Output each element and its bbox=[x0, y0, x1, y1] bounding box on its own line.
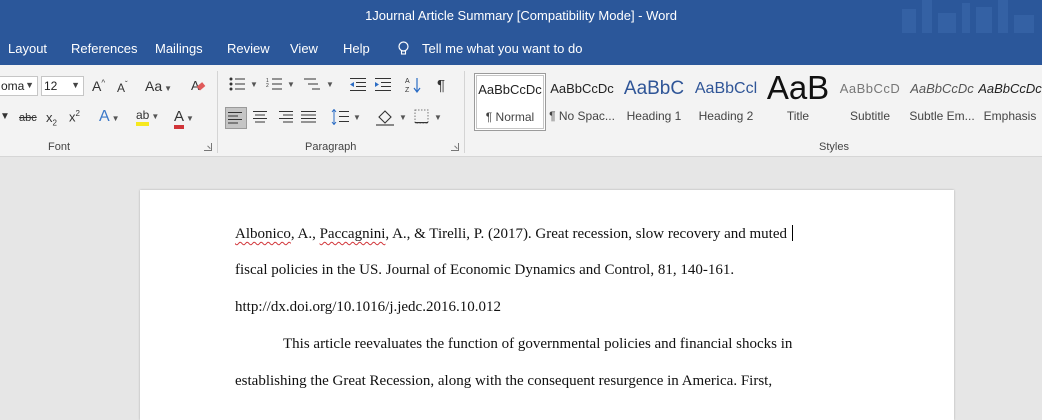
numbering-icon[interactable]: 1 2 ▼ bbox=[266, 77, 295, 94]
body-paragraph-line-1[interactable]: This article reevaluates the function of… bbox=[283, 336, 792, 353]
svg-text:▼: ▼ bbox=[353, 113, 361, 122]
tab-mailings[interactable]: Mailings bbox=[155, 41, 203, 56]
shading-icon[interactable]: ▼ bbox=[376, 108, 408, 129]
font-size-value: 12 bbox=[44, 79, 58, 93]
font-dialog-launcher-icon[interactable] bbox=[204, 143, 212, 151]
align-right-icon[interactable] bbox=[277, 111, 293, 126]
svg-text:▼: ▼ bbox=[287, 80, 294, 89]
svg-text:Z: Z bbox=[405, 87, 410, 94]
svg-text:▼: ▼ bbox=[434, 113, 442, 122]
tab-references[interactable]: References bbox=[71, 41, 137, 56]
paragraph-group-label: Paragraph bbox=[305, 141, 357, 153]
spelling-error[interactable]: Paccagnini bbox=[320, 226, 386, 242]
increase-indent-icon[interactable] bbox=[375, 77, 391, 94]
ribbon-tabs: Layout References Mailings Review View H… bbox=[0, 33, 1042, 65]
paragraph-dialog-launcher-icon[interactable] bbox=[451, 143, 459, 151]
title-bar: 1Journal Article Summary [Compatibility … bbox=[0, 0, 1042, 33]
text-cursor bbox=[792, 225, 794, 241]
citation-line-1[interactable]: Albonico, A., Paccagnini, A., & Tirelli,… bbox=[235, 225, 794, 243]
font-name-combo[interactable]: oma ▼ bbox=[0, 76, 38, 96]
font-group-label: Font bbox=[48, 141, 71, 153]
document-page[interactable]: Albonico, A., Paccagnini, A., & Tirelli,… bbox=[140, 190, 954, 420]
group-divider bbox=[464, 71, 465, 153]
superscript-button[interactable]: x2 bbox=[69, 109, 80, 124]
svg-text:▼: ▼ bbox=[250, 80, 257, 89]
body-paragraph-line-2[interactable]: establishing the Great Recession, along … bbox=[235, 373, 772, 390]
text-effects-button[interactable]: A ▼ bbox=[99, 108, 120, 126]
style-subtle-emphasis[interactable]: AaBbCcDc Subtle Em... bbox=[906, 73, 978, 131]
svg-text:2: 2 bbox=[266, 83, 269, 89]
align-center-icon[interactable] bbox=[252, 111, 268, 126]
font-name-value: oma bbox=[1, 79, 25, 93]
highlight-button[interactable]: ab ▼ bbox=[136, 108, 159, 126]
justify-icon[interactable] bbox=[301, 111, 317, 126]
clear-formatting-icon[interactable]: A bbox=[190, 77, 206, 96]
align-left-icon[interactable] bbox=[225, 107, 247, 129]
tab-layout[interactable]: Layout bbox=[8, 41, 47, 56]
svg-text:A: A bbox=[405, 78, 410, 85]
chevron-down-icon: ▼ bbox=[25, 80, 34, 90]
line-spacing-icon[interactable]: ▼ bbox=[331, 108, 361, 128]
document-canvas[interactable]: Albonico, A., Paccagnini, A., & Tirelli,… bbox=[0, 157, 1042, 420]
grow-font-button[interactable]: A^ bbox=[92, 78, 105, 94]
show-formatting-button[interactable]: ¶ bbox=[437, 77, 445, 94]
style-heading-2[interactable]: AaBbCcl Heading 2 bbox=[690, 73, 762, 131]
tab-view[interactable]: View bbox=[290, 41, 318, 56]
citation-doi[interactable]: http://dx.doi.org/10.1016/j.jedc.2016.10… bbox=[235, 299, 501, 316]
decrease-indent-icon[interactable] bbox=[350, 77, 366, 94]
style-subtitle[interactable]: AaBbCcD Subtitle bbox=[834, 73, 906, 131]
strikethrough-button[interactable]: abc bbox=[19, 112, 37, 124]
bullets-icon[interactable]: ▼ bbox=[229, 77, 258, 94]
chevron-down-icon[interactable]: ▼ bbox=[0, 111, 10, 122]
style-emphasis[interactable]: AaBbCcDc Emphasis bbox=[978, 73, 1042, 131]
ribbon: oma ▼ 12 ▼ A^ Aˇ Aa ▼ A ▼ abc x2 x2 A ▼ ab… bbox=[0, 65, 1042, 157]
spelling-error[interactable]: Albonico bbox=[235, 226, 291, 242]
style-no-spacing[interactable]: AaBbCcDc ¶ No Spac... bbox=[546, 73, 618, 131]
tell-me-box[interactable]: Tell me what you want to do bbox=[397, 41, 582, 56]
svg-text:▼: ▼ bbox=[326, 80, 334, 89]
tab-review[interactable]: Review bbox=[227, 41, 270, 56]
sort-icon[interactable]: AZ bbox=[405, 76, 421, 97]
tell-me-label: Tell me what you want to do bbox=[422, 41, 583, 56]
style-title[interactable]: AaB Title bbox=[762, 73, 834, 131]
multilevel-list-icon[interactable]: ▼ bbox=[304, 77, 334, 94]
group-divider bbox=[217, 71, 218, 153]
lightbulb-icon bbox=[398, 41, 409, 55]
title-bar-decoration bbox=[892, 0, 1042, 33]
window-title: 1Journal Article Summary [Compatibility … bbox=[365, 8, 677, 23]
chevron-down-icon: ▼ bbox=[71, 80, 80, 90]
font-color-button[interactable]: A ▼ bbox=[174, 108, 194, 129]
subscript-button[interactable]: x2 bbox=[46, 110, 57, 128]
font-size-combo[interactable]: 12 ▼ bbox=[41, 76, 84, 96]
tab-help[interactable]: Help bbox=[343, 41, 370, 56]
style-heading-1[interactable]: AaBbC Heading 1 bbox=[618, 73, 690, 131]
svg-text:▼: ▼ bbox=[399, 113, 407, 122]
borders-icon[interactable]: ▼ bbox=[414, 109, 444, 128]
styles-group-label: Styles bbox=[819, 141, 849, 153]
style-normal[interactable]: AaBbCcDc ¶ Normal bbox=[474, 73, 546, 131]
citation-line-2[interactable]: fiscal policies in the US. Journal of Ec… bbox=[235, 262, 734, 279]
change-case-button[interactable]: Aa ▼ bbox=[145, 78, 172, 94]
shrink-font-button[interactable]: Aˇ bbox=[117, 80, 128, 95]
